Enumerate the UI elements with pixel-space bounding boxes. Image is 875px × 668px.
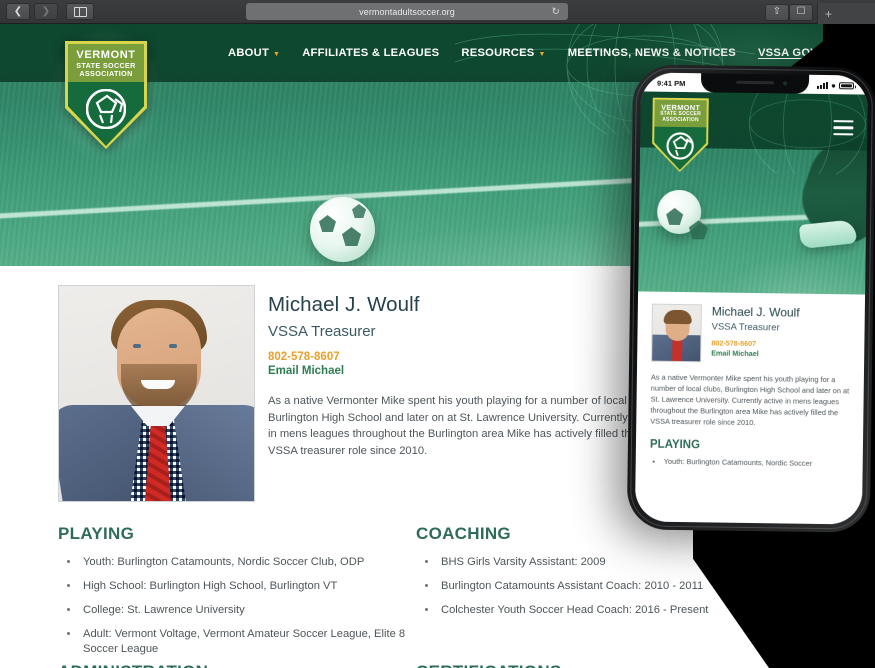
phone-profile-name: Michael J. Woulf — [711, 304, 800, 320]
phone-phone-link[interactable]: 802-578-8607 — [711, 338, 799, 348]
nav-item-about-label: ABOUT — [228, 47, 270, 59]
nav-item-resources[interactable]: RESOURCES ▼ — [461, 47, 545, 59]
vssa-logo[interactable]: VERMONT STATE SOCCER ASSOCIATION — [65, 41, 147, 149]
tabs-icon[interactable]: ☐ — [789, 3, 813, 21]
new-tab-button[interactable]: + — [817, 3, 875, 24]
screenshot-root: ❮ ❯ vermontadultsoccer.org ↻ ⇧ ☐ + ABOUT… — [0, 0, 875, 668]
phone-mockup: 9:41 PM ● VERMONT STATE SOCCER ASSOCIATI… — [626, 64, 875, 533]
logo-line-1: VERMONT — [76, 49, 136, 61]
nav-item-resources-label: RESOURCES — [461, 47, 535, 59]
section-playing-title: PLAYING — [58, 524, 135, 543]
section-certifications: CERTIFICATIONS — [416, 662, 746, 668]
phone-link[interactable]: 802-578-8607 — [268, 351, 663, 363]
hamburger-menu-icon[interactable] — [833, 120, 854, 139]
browser-toolbar: ❮ ❯ vermontadultsoccer.org ↻ ⇧ ☐ + — [0, 0, 875, 24]
phone-page-content: Michael J. Woulf VSSA Treasurer 802-578-… — [634, 291, 866, 525]
forward-icon[interactable]: ❯ — [34, 3, 58, 20]
coaching-list: BHS Girls Varsity Assistant: 2009 Burlin… — [416, 555, 746, 618]
logo-wordmark: VERMONT STATE SOCCER ASSOCIATION — [68, 44, 144, 83]
section-playing: PLAYING Youth: Burlington Catamounts, No… — [58, 524, 413, 666]
earpiece-speaker — [735, 80, 774, 85]
phone-logo-line-3: ASSOCIATION — [662, 116, 699, 124]
list-item: Adult: Vermont Voltage, Vermont Amateur … — [80, 627, 413, 657]
phone-notch — [700, 73, 809, 94]
phone-hero-banner: VERMONT STATE SOCCER ASSOCIATION — [638, 91, 868, 295]
phone-screen: 9:41 PM ● VERMONT STATE SOCCER ASSOCIATI… — [634, 72, 869, 525]
chevron-down-icon: ▼ — [273, 50, 281, 58]
section-certifications-title: CERTIFICATIONS — [416, 662, 746, 668]
page-title: Michael J. Woulf — [268, 293, 420, 316]
phone-section-playing-title: PLAYING — [649, 438, 701, 452]
logo-line-2: STATE SOCCER — [76, 61, 136, 70]
hero-soccer-ball — [310, 197, 375, 262]
list-item: High School: Burlington High School, Bur… — [80, 579, 413, 594]
back-icon[interactable]: ❮ — [6, 3, 30, 20]
nav-item-meetings-news-notices[interactable]: MEETINGS, NEWS & NOTICES — [568, 47, 736, 59]
browser-right-controls: ⇧ ☐ + — [765, 0, 875, 24]
logo-soccer-ball-icon — [86, 89, 126, 130]
nav-item-about[interactable]: ABOUT ▼ — [228, 47, 280, 59]
phone-email-link[interactable]: Email Michael — [711, 348, 799, 358]
profile-header: Michael J. Woulf VSSA Treasurer 802-578-… — [58, 285, 663, 502]
phone-logo-soccer-ball-icon — [666, 131, 694, 159]
phone-vssa-logo[interactable]: VERMONT STATE SOCCER ASSOCIATION — [652, 98, 709, 173]
wifi-icon: ● — [831, 80, 837, 90]
phone-profile-role: VSSA Treasurer — [711, 321, 780, 334]
chevron-down-icon: ▼ — [538, 50, 546, 58]
list-item: Burlington Catamounts Assistant Coach: 2… — [438, 579, 746, 594]
email-link[interactable]: Email Michael — [268, 365, 663, 377]
phone-avatar — [651, 303, 702, 363]
front-camera-icon — [782, 81, 787, 86]
phone-playing-list: Youth: Burlington Catamounts, Nordic Soc… — [650, 457, 849, 470]
list-item: Colchester Youth Soccer Head Coach: 2016… — [438, 603, 746, 618]
logo-line-3: ASSOCIATION — [79, 69, 133, 79]
section-administration: ADMINISTRATION — [58, 662, 413, 668]
address-bar[interactable]: vermontadultsoccer.org ↻ — [246, 3, 568, 20]
profile-role: VSSA Treasurer — [268, 323, 376, 340]
list-item: Youth: Burlington Catamounts, Nordic Soc… — [80, 555, 413, 570]
cellular-signal-icon — [817, 82, 829, 90]
avatar — [58, 285, 255, 502]
profile-bio: As a native Vermonter Mike spent his you… — [268, 395, 661, 457]
nav-menu: ABOUT ▼ AFFILIATES & LEAGUES RESOURCES ▼… — [228, 47, 875, 59]
share-icon[interactable]: ⇧ — [765, 3, 789, 21]
nav-item-meetings-label: MEETINGS, NEWS & NOTICES — [567, 47, 736, 59]
section-administration-title: ADMINISTRATION — [58, 662, 413, 668]
nav-item-affiliates-leagues[interactable]: AFFILIATES & LEAGUES — [302, 47, 439, 59]
shield-shape: VERMONT STATE SOCCER ASSOCIATION — [65, 41, 147, 149]
phone-profile-bio: As a native Vermonter Mike spent his you… — [650, 372, 850, 428]
url-text: vermontadultsoccer.org — [359, 6, 455, 17]
nav-item-affiliates-label: AFFILIATES & LEAGUES — [302, 47, 440, 59]
browser-nav-controls: ❮ ❯ — [0, 3, 94, 20]
list-item: Youth: Burlington Catamounts, Nordic Soc… — [664, 457, 849, 470]
list-item: College: St. Lawrence University — [80, 603, 413, 618]
playing-list: Youth: Burlington Catamounts, Nordic Soc… — [58, 555, 413, 657]
battery-icon — [838, 82, 855, 90]
profile-details: Michael J. Woulf VSSA Treasurer 802-578-… — [268, 285, 663, 502]
status-time: 9:41 PM — [656, 78, 686, 89]
reload-icon[interactable]: ↻ — [552, 6, 560, 17]
sidebar-toggle-icon[interactable] — [66, 3, 94, 20]
